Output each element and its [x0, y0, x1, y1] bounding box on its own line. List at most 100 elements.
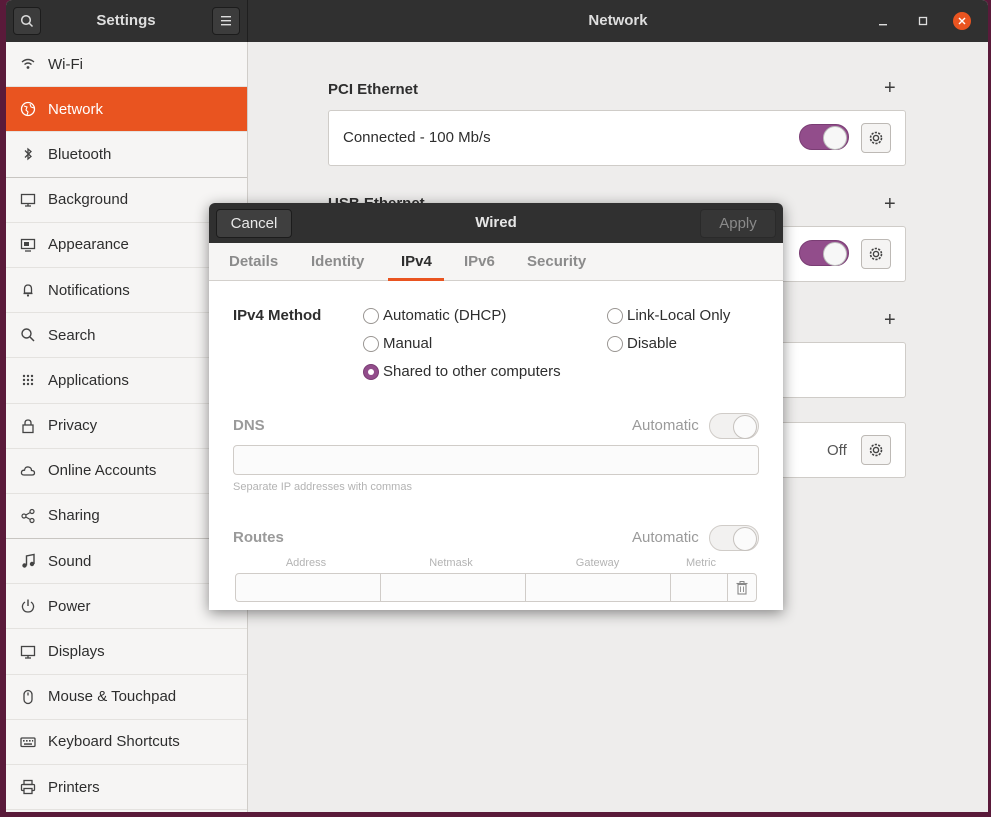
dialog-title: Wired — [475, 214, 517, 231]
sidebar-item-label: Applications — [48, 371, 129, 389]
share-icon — [20, 508, 36, 524]
ipv4-method-label: IPv4 Method — [233, 307, 322, 324]
routes-automatic-label: Automatic — [632, 529, 699, 546]
keyboard-icon — [20, 734, 36, 750]
sidebar-item-network[interactable]: Network — [6, 87, 247, 133]
sidebar-item-label: Wi-Fi — [48, 55, 83, 73]
radio-label: Link-Local Only — [627, 307, 731, 324]
radio-shared[interactable]: Shared to other computers — [363, 363, 561, 380]
route-column-address: Address — [285, 557, 327, 569]
routes-automatic-toggle[interactable] — [709, 525, 759, 551]
mouse-icon — [20, 689, 36, 705]
apply-button[interactable]: Apply — [700, 209, 776, 238]
tab-details[interactable]: Details — [229, 253, 278, 270]
gear-icon — [869, 443, 883, 457]
sidebar-item-label: Appearance — [48, 236, 129, 254]
background-icon — [20, 192, 36, 208]
sidebar-item-label: Online Accounts — [48, 462, 157, 480]
header-bar: Settings Network — [6, 0, 988, 42]
radio-automatic-dhcp[interactable]: Automatic (DHCP) — [363, 307, 506, 324]
sidebar-item-wifi[interactable]: Wi-Fi — [6, 42, 247, 88]
hamburger-icon — [221, 16, 231, 26]
search-button[interactable] — [13, 7, 41, 35]
routes-label: Routes — [233, 529, 284, 546]
bluetooth-icon — [20, 146, 36, 162]
close-icon — [958, 17, 966, 25]
plus-icon: + — [884, 77, 896, 99]
dns-hint: Separate IP addresses with commas — [233, 481, 412, 493]
route-column-netmask: Netmask — [429, 557, 473, 569]
wifi-icon — [20, 56, 36, 72]
gear-icon — [869, 247, 883, 261]
sidebar-item-label: Power — [48, 597, 91, 615]
sidebar-item-label: Search — [48, 326, 96, 344]
route-gateway-input[interactable] — [525, 573, 671, 602]
tab-security[interactable]: Security — [527, 253, 586, 270]
appearance-icon — [20, 237, 36, 253]
sidebar-item-bluetooth[interactable]: Bluetooth — [6, 132, 247, 178]
menu-button[interactable] — [212, 7, 240, 35]
maximize-button[interactable] — [914, 12, 932, 30]
printer-icon — [20, 779, 36, 795]
pci-ethernet-title: PCI Ethernet — [328, 81, 419, 98]
tab-identity[interactable]: Identity — [311, 253, 364, 270]
radio-disable[interactable]: Disable — [607, 335, 677, 352]
route-address-input[interactable] — [235, 573, 381, 602]
sidebar-item-printers[interactable]: Printers — [6, 765, 247, 811]
active-tab-indicator — [388, 278, 444, 281]
radio-indicator — [607, 307, 623, 324]
tab-ipv4[interactable]: IPv4 — [401, 253, 432, 270]
sidebar-item-label: Privacy — [48, 417, 98, 435]
network-icon — [20, 101, 36, 117]
add-usb-connection-button[interactable]: + — [884, 193, 896, 216]
pci-ethernet-toggle[interactable] — [799, 124, 849, 150]
music-note-icon — [20, 553, 36, 569]
minimize-icon — [879, 24, 887, 26]
radio-manual[interactable]: Manual — [363, 335, 432, 352]
display-icon — [20, 644, 36, 660]
wired-dialog: Cancel Wired Apply Details Identity IPv4… — [209, 203, 783, 610]
sidebar-item-label: Network — [48, 100, 104, 118]
search-icon — [20, 327, 36, 343]
sidebar-item-label: Sound — [48, 552, 92, 570]
proxy-settings-button[interactable] — [861, 435, 891, 465]
sidebar-item-mouse-touchpad[interactable]: Mouse & Touchpad — [6, 675, 247, 720]
sidebar-item-label: Displays — [48, 643, 105, 661]
add-vpn-button[interactable]: + — [884, 309, 896, 332]
radio-link-local-only[interactable]: Link-Local Only — [607, 307, 730, 324]
usb-settings-button[interactable] — [861, 239, 891, 269]
dialog-tabs: Details Identity IPv4 IPv6 Security — [209, 243, 783, 281]
minimize-button[interactable] — [874, 12, 892, 30]
pci-settings-button[interactable] — [861, 123, 891, 153]
dns-automatic-toggle[interactable] — [709, 413, 759, 439]
sidebar-item-label: Background — [48, 191, 129, 209]
radio-label: Automatic (DHCP) — [383, 307, 507, 324]
maximize-icon — [918, 16, 928, 26]
pci-status: Connected - 100 Mb/s — [343, 129, 491, 146]
sidebar-item-label: Sharing — [48, 507, 100, 525]
sidebar-item-keyboard-shortcuts[interactable]: Keyboard Shortcuts — [6, 720, 247, 765]
cancel-button[interactable]: Cancel — [216, 209, 292, 238]
usb-ethernet-toggle[interactable] — [799, 240, 849, 266]
cloud-icon — [20, 463, 36, 479]
dns-label: DNS — [233, 417, 265, 434]
add-pci-connection-button[interactable]: + — [884, 77, 896, 100]
radio-indicator — [607, 335, 623, 352]
radio-label: Shared to other computers — [383, 363, 561, 380]
sidebar-item-displays[interactable]: Displays — [6, 629, 247, 675]
route-metric-input[interactable] — [670, 573, 728, 602]
route-netmask-input[interactable] — [380, 573, 526, 602]
pci-ethernet-card: Connected - 100 Mb/s — [328, 110, 906, 166]
close-button[interactable] — [953, 12, 971, 30]
radio-label: Disable — [627, 335, 678, 352]
sidebar-item-label: Bluetooth — [48, 145, 112, 163]
sidebar-item-label: Printers — [48, 778, 100, 796]
route-column-metric: Metric — [686, 557, 716, 569]
plus-icon: + — [884, 309, 896, 331]
trash-icon — [736, 580, 748, 595]
tab-ipv6[interactable]: IPv6 — [464, 253, 495, 270]
dialog-header: Cancel Wired Apply — [209, 203, 783, 243]
plus-icon: + — [884, 193, 896, 215]
delete-route-button[interactable] — [727, 573, 757, 602]
dns-input[interactable] — [233, 445, 759, 475]
